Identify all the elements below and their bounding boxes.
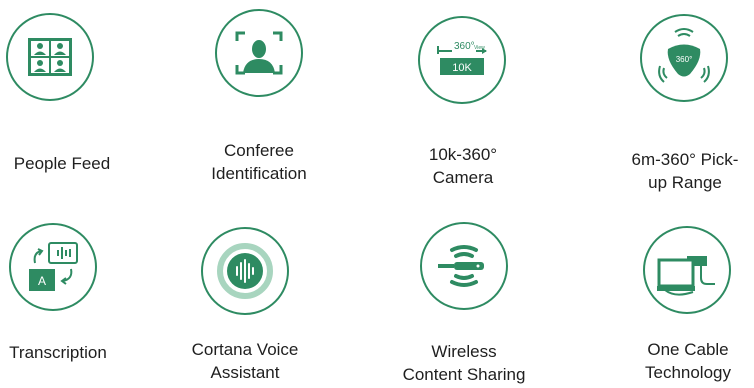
- label-line: Wireless: [431, 342, 497, 361]
- label-line: Conferee: [224, 141, 294, 160]
- label-line: Camera: [432, 168, 494, 187]
- camera-10k-text: 10K: [452, 62, 472, 74]
- feature-label: 10k-360° Camera: [383, 143, 543, 189]
- label-line: up Range: [648, 173, 722, 192]
- one-cable-icon: [657, 256, 715, 296]
- one-cable-circle: [643, 226, 731, 314]
- label-line: Identification: [211, 164, 307, 183]
- label-line: Cortana Voice: [191, 340, 299, 359]
- label-line: Technology: [644, 363, 731, 382]
- pickup-360-text: 360°: [676, 55, 693, 64]
- feature-label: Transcription: [0, 341, 138, 364]
- transcription-circle: A: [9, 223, 97, 311]
- feature-label: Cortana Voice Assistant: [165, 338, 325, 384]
- label-line: People Feed: [13, 154, 111, 173]
- voice-assistant-icon: [217, 243, 273, 299]
- feature-label: 6m-360° Pick- up Range: [605, 148, 754, 194]
- transcription-a-text: A: [38, 274, 46, 288]
- people-feed-circle: [6, 13, 94, 101]
- face-scan-icon: [235, 31, 283, 75]
- transcription-icon: A: [29, 242, 78, 291]
- feature-label: Wireless Content Sharing: [384, 340, 544, 386]
- camera-360-text: 360°: [454, 41, 475, 52]
- camera-circle: 360° View 10K: [418, 16, 506, 104]
- conferee-identification-circle: [215, 9, 303, 97]
- camera-360-icon: 360° View 10K: [437, 41, 487, 75]
- feature-label: People Feed: [0, 152, 142, 175]
- microphone-pickup-icon: 360°: [658, 28, 710, 83]
- wireless-sharing-icon: [438, 245, 484, 287]
- voice-assistant-circle: [201, 227, 289, 315]
- feature-label: Conferee Identification: [179, 139, 339, 185]
- label-line: One Cable: [647, 340, 729, 359]
- wireless-sharing-circle: [420, 222, 508, 310]
- feature-label: One Cable Technology: [608, 338, 754, 384]
- pickup-range-circle: 360°: [640, 14, 728, 102]
- label-line: Transcription: [9, 343, 107, 362]
- label-line: 10k-360°: [428, 145, 498, 164]
- label-line: Assistant: [210, 363, 280, 382]
- camera-view-text: View: [474, 45, 485, 51]
- people-feed-grid-icon: [28, 38, 72, 76]
- label-line: Content Sharing: [402, 365, 526, 384]
- label-line: 6m-360° Pick-: [631, 150, 739, 169]
